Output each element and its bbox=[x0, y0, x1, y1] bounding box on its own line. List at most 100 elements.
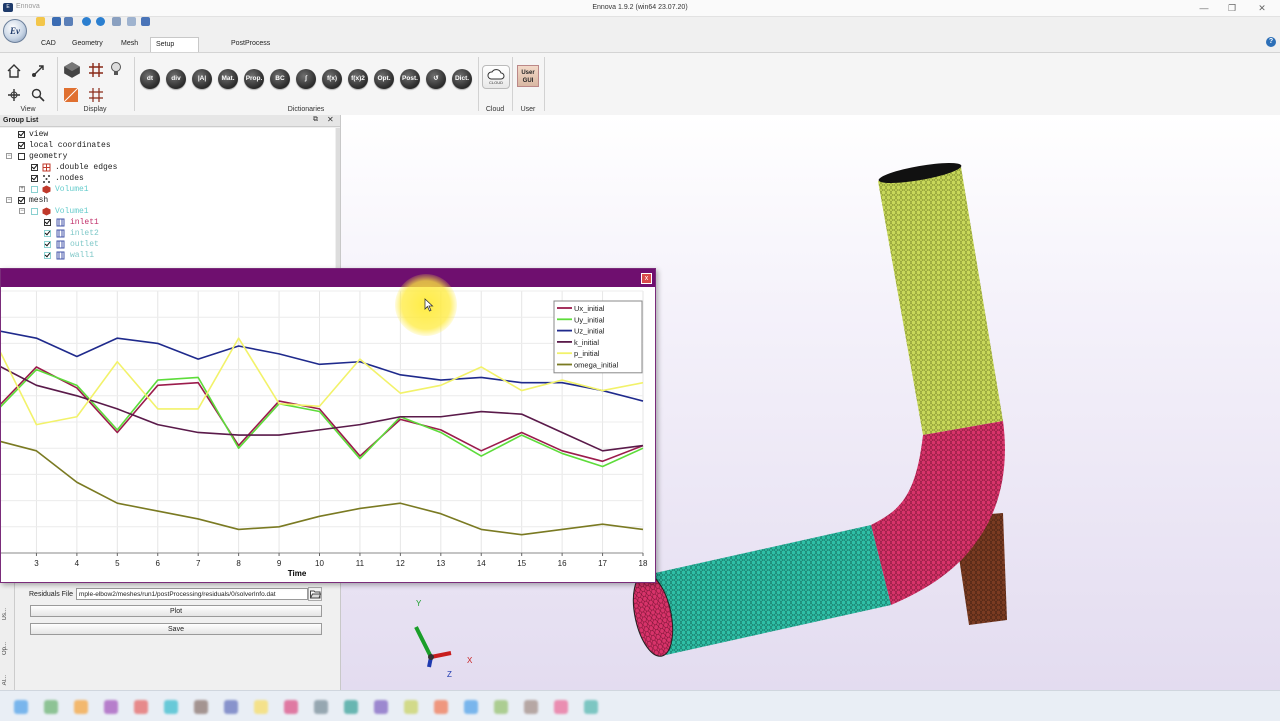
side-tab-user[interactable]: Us... bbox=[2, 608, 12, 620]
checkbox[interactable] bbox=[44, 241, 51, 248]
taskbar-app-icon[interactable] bbox=[374, 700, 388, 714]
function2-button[interactable]: f(x)2 bbox=[348, 69, 368, 89]
taskbar-app-icon[interactable] bbox=[584, 700, 598, 714]
taskbar-app-icon[interactable] bbox=[464, 700, 478, 714]
help-icon[interactable]: ? bbox=[1266, 37, 1276, 47]
taskbar-app-icon[interactable] bbox=[344, 700, 358, 714]
app-logo[interactable]: Ev bbox=[3, 19, 27, 43]
plot-window-titlebar[interactable] bbox=[1, 269, 655, 287]
script-icon[interactable] bbox=[127, 17, 136, 26]
integral-button[interactable]: ∫ bbox=[296, 69, 316, 89]
browse-button[interactable] bbox=[308, 587, 322, 601]
maximize-button[interactable]: ❐ bbox=[1222, 2, 1242, 14]
taskbar-app-icon[interactable] bbox=[14, 700, 28, 714]
tree-item-nodes[interactable]: .nodes bbox=[0, 173, 330, 184]
function-button[interactable]: f(x) bbox=[322, 69, 342, 89]
taskbar-app-icon[interactable] bbox=[254, 700, 268, 714]
tab-mesh[interactable]: Mesh bbox=[116, 37, 143, 51]
properties-button[interactable]: Prop. bbox=[244, 69, 264, 89]
float-panel-icon[interactable]: ⧉ bbox=[313, 116, 318, 124]
tree-scrollbar[interactable] bbox=[336, 128, 340, 268]
tab-geometry[interactable]: Geometry bbox=[67, 37, 108, 51]
collapse-icon[interactable]: − bbox=[6, 197, 12, 203]
tree-item-outlet[interactable]: outlet bbox=[0, 239, 330, 250]
checkbox[interactable] bbox=[44, 219, 51, 226]
cloud-button[interactable]: CLOUD bbox=[482, 65, 510, 89]
taskbar-app-icon[interactable] bbox=[554, 700, 568, 714]
abs-button[interactable]: |A| bbox=[192, 69, 212, 89]
taskbar-app-icon[interactable] bbox=[194, 700, 208, 714]
save-button[interactable]: Save bbox=[30, 623, 322, 635]
plot-button[interactable]: Plot bbox=[30, 605, 322, 617]
taskbar-app-icon[interactable] bbox=[74, 700, 88, 714]
taskbar-app-icon[interactable] bbox=[134, 700, 148, 714]
customize-icon[interactable] bbox=[141, 17, 150, 26]
close-button[interactable]: ✕ bbox=[1252, 2, 1272, 14]
taskbar-app-icon[interactable] bbox=[494, 700, 508, 714]
tree-item-wall1[interactable]: wall1 bbox=[0, 250, 330, 261]
undo-icon[interactable] bbox=[82, 17, 91, 26]
checkbox[interactable] bbox=[18, 142, 25, 149]
checkbox[interactable] bbox=[31, 164, 38, 171]
checkbox[interactable] bbox=[44, 230, 51, 237]
tree-item-geometry[interactable]: − geometry bbox=[0, 151, 330, 162]
taskbar-app-icon[interactable] bbox=[164, 700, 178, 714]
taskbar-app-icon[interactable] bbox=[314, 700, 328, 714]
checkbox[interactable] bbox=[18, 197, 25, 204]
pan-icon[interactable] bbox=[6, 87, 22, 103]
user-gui-button[interactable]: User GUI bbox=[517, 65, 539, 87]
dt-button[interactable]: dt bbox=[140, 69, 160, 89]
boundary-conditions-button[interactable]: BC bbox=[270, 69, 290, 89]
checkbox[interactable] bbox=[31, 208, 38, 215]
div-button[interactable]: div bbox=[166, 69, 186, 89]
tab-postprocess[interactable]: PostProcess bbox=[226, 37, 275, 51]
collapse-icon[interactable]: − bbox=[19, 208, 25, 214]
tree-item-mesh-volume1[interactable]: − Volume1 bbox=[0, 206, 330, 217]
tree-item-mesh[interactable]: − mesh bbox=[0, 195, 330, 206]
taskbar-app-icon[interactable] bbox=[44, 700, 58, 714]
shaded-cube-icon[interactable] bbox=[63, 61, 81, 79]
taskbar-app-icon[interactable] bbox=[224, 700, 238, 714]
tab-cad[interactable]: CAD bbox=[36, 37, 61, 51]
zoom-icon[interactable] bbox=[30, 87, 46, 103]
tree-item-local-coordinates[interactable]: local coordinates bbox=[0, 140, 330, 151]
taskbar-app-icon[interactable] bbox=[284, 700, 298, 714]
options-button[interactable]: Opt. bbox=[374, 69, 394, 89]
expand-icon[interactable]: + bbox=[19, 186, 25, 192]
plot-close-button[interactable]: x bbox=[641, 273, 652, 284]
tab-setup-openfoam[interactable]: Setup OpenFOAM bbox=[150, 37, 200, 62]
refresh-button[interactable]: ↺ bbox=[426, 69, 446, 89]
taskbar-app-icon[interactable] bbox=[524, 700, 538, 714]
close-panel-icon[interactable]: ✕ bbox=[327, 115, 334, 124]
collapse-icon[interactable]: − bbox=[6, 153, 12, 159]
side-tab-options[interactable]: Op... bbox=[2, 642, 12, 655]
residuals-file-input[interactable]: mple-elbow2/meshes/run1/postProcessing/r… bbox=[76, 588, 308, 600]
home-icon[interactable] bbox=[6, 63, 22, 79]
light-icon[interactable] bbox=[108, 61, 124, 77]
settings-icon[interactable] bbox=[112, 17, 121, 26]
minimize-button[interactable]: — bbox=[1194, 2, 1214, 14]
save-as-icon[interactable] bbox=[64, 17, 73, 26]
save-icon[interactable] bbox=[52, 17, 61, 26]
checkbox[interactable] bbox=[18, 131, 25, 138]
color-icon[interactable] bbox=[63, 87, 79, 103]
new-file-icon[interactable] bbox=[36, 17, 45, 26]
checkbox[interactable] bbox=[44, 252, 51, 259]
redo-icon[interactable] bbox=[96, 17, 105, 26]
checkbox[interactable] bbox=[31, 186, 38, 193]
tree-item-view[interactable]: view bbox=[0, 129, 330, 140]
taskbar-app-icon[interactable] bbox=[404, 700, 418, 714]
wireframe-icon[interactable] bbox=[88, 87, 104, 103]
material-button[interactable]: Mat. bbox=[218, 69, 238, 89]
dictionary-button[interactable]: Dict. bbox=[452, 69, 472, 89]
tree-item-geometry-volume1[interactable]: + Volume1 bbox=[0, 184, 330, 195]
grid-icon[interactable] bbox=[88, 62, 104, 78]
checkbox[interactable] bbox=[18, 153, 25, 160]
side-tab-all[interactable]: Al... bbox=[2, 675, 12, 685]
tree-item-inlet2[interactable]: inlet2 bbox=[0, 228, 330, 239]
taskbar-app-icon[interactable] bbox=[434, 700, 448, 714]
fit-view-icon[interactable] bbox=[30, 63, 46, 79]
tree-item-double-edges[interactable]: .double edges bbox=[0, 162, 330, 173]
taskbar-app-icon[interactable] bbox=[104, 700, 118, 714]
tree-item-inlet1[interactable]: inlet1 bbox=[0, 217, 330, 228]
